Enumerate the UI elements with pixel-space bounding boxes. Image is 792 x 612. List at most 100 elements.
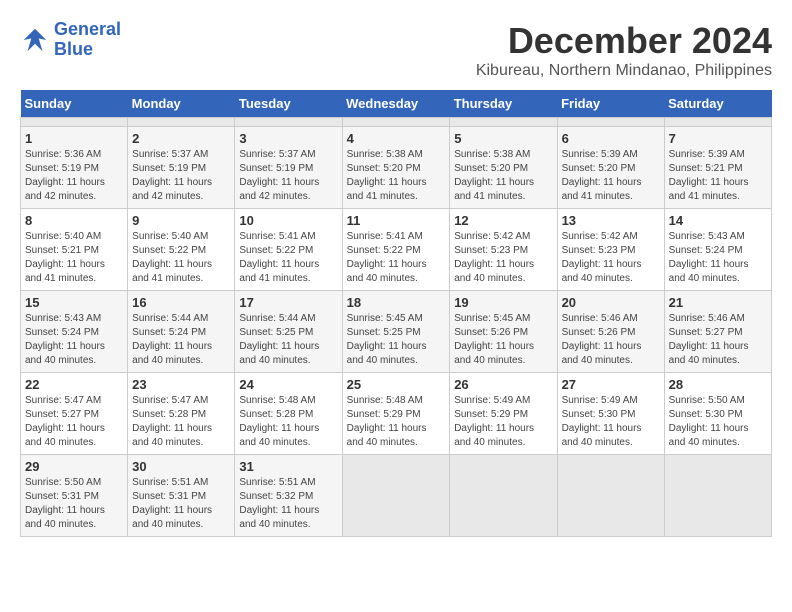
day-cell: 21Sunrise: 5:46 AMSunset: 5:27 PMDayligh… <box>664 291 771 373</box>
week-row-5: 22 Sunrise: 5:47 AMSunset: 5:27 PMDayligh… <box>21 373 772 455</box>
day-cell <box>21 118 128 127</box>
day-cell: 2Sunrise: 5:37 AMSunset: 5:19 PMDaylight… <box>128 127 235 209</box>
logo: GeneralBlue <box>20 20 121 60</box>
day-number: 23 <box>132 377 230 392</box>
day-info: Sunrise: 5:41 AMSunset: 5:22 PMDaylight:… <box>239 230 337 286</box>
day-cell <box>235 118 342 127</box>
day-cell: 25 Sunrise: 5:48 AMSunset: 5:29 PMDayligh… <box>342 373 450 455</box>
day-number: 15 <box>25 295 123 310</box>
calendar-subtitle: Kibureau, Northern Mindanao, Philippines <box>476 62 772 80</box>
day-number: 26 <box>454 377 552 392</box>
day-cell <box>664 118 771 127</box>
day-info: Sunrise: 5:51 AMSunset: 5:31 PMDaylight:… <box>132 476 230 532</box>
day-info: Sunrise: 5:47 AMSunset: 5:28 PMDaylight:… <box>132 394 230 450</box>
day-info: Sunrise: 5:49 AMSunset: 5:30 PMDaylight:… <box>562 394 660 450</box>
day-info: Sunrise: 5:38 AMSunset: 5:20 PMDaylight:… <box>347 148 446 204</box>
day-cell: 3Sunrise: 5:37 AMSunset: 5:19 PMDaylight… <box>235 127 342 209</box>
day-info: Sunrise: 5:49 AMSunset: 5:29 PMDaylight:… <box>454 394 552 450</box>
week-row-1 <box>21 118 772 127</box>
day-cell: 13 Sunrise: 5:42 AMSunset: 5:23 PMDayligh… <box>557 209 664 291</box>
day-info: Sunrise: 5:50 AMSunset: 5:30 PMDaylight:… <box>669 394 767 450</box>
day-cell <box>128 118 235 127</box>
day-number: 7 <box>669 131 767 146</box>
day-info: Sunrise: 5:39 AMSunset: 5:20 PMDaylight:… <box>562 148 660 204</box>
day-number: 1 <box>25 131 123 146</box>
day-cell: 12Sunrise: 5:42 AMSunset: 5:23 PMDayligh… <box>450 209 557 291</box>
day-cell: 28 Sunrise: 5:50 AMSunset: 5:30 PMDayligh… <box>664 373 771 455</box>
day-cell: 29 Sunrise: 5:50 AMSunset: 5:31 PMDayligh… <box>21 455 128 537</box>
day-cell: 11 Sunrise: 5:41 AMSunset: 5:22 PMDayligh… <box>342 209 450 291</box>
day-number: 31 <box>239 459 337 474</box>
day-cell <box>342 118 450 127</box>
day-info: Sunrise: 5:50 AMSunset: 5:31 PMDaylight:… <box>25 476 123 532</box>
day-info: Sunrise: 5:48 AMSunset: 5:28 PMDaylight:… <box>239 394 337 450</box>
day-cell <box>557 118 664 127</box>
day-info: Sunrise: 5:45 AMSunset: 5:25 PMDaylight:… <box>347 312 446 368</box>
day-cell: 22 Sunrise: 5:47 AMSunset: 5:27 PMDayligh… <box>21 373 128 455</box>
day-cell: 20Sunrise: 5:46 AMSunset: 5:26 PMDayligh… <box>557 291 664 373</box>
day-cell <box>557 455 664 537</box>
day-cell: 16Sunrise: 5:44 AMSunset: 5:24 PMDayligh… <box>128 291 235 373</box>
day-cell: 8Sunrise: 5:40 AMSunset: 5:21 PMDaylight… <box>21 209 128 291</box>
day-number: 20 <box>562 295 660 310</box>
day-info: Sunrise: 5:41 AMSunset: 5:22 PMDaylight:… <box>347 230 446 286</box>
day-number: 29 <box>25 459 123 474</box>
day-cell: 6 Sunrise: 5:39 AMSunset: 5:20 PMDaylight… <box>557 127 664 209</box>
day-cell <box>664 455 771 537</box>
day-header-saturday: Saturday <box>664 90 771 118</box>
day-header-wednesday: Wednesday <box>342 90 450 118</box>
day-number: 18 <box>347 295 446 310</box>
day-number: 22 <box>25 377 123 392</box>
day-cell: 10 Sunrise: 5:41 AMSunset: 5:22 PMDayligh… <box>235 209 342 291</box>
day-number: 2 <box>132 131 230 146</box>
week-row-6: 29 Sunrise: 5:50 AMSunset: 5:31 PMDayligh… <box>21 455 772 537</box>
day-header-monday: Monday <box>128 90 235 118</box>
day-header-thursday: Thursday <box>450 90 557 118</box>
day-cell: 18 Sunrise: 5:45 AMSunset: 5:25 PMDayligh… <box>342 291 450 373</box>
day-info: Sunrise: 5:46 AMSunset: 5:27 PMDaylight:… <box>669 312 767 368</box>
week-row-3: 8Sunrise: 5:40 AMSunset: 5:21 PMDaylight… <box>21 209 772 291</box>
day-info: Sunrise: 5:51 AMSunset: 5:32 PMDaylight:… <box>239 476 337 532</box>
day-number: 5 <box>454 131 552 146</box>
day-header-tuesday: Tuesday <box>235 90 342 118</box>
day-cell: 30Sunrise: 5:51 AMSunset: 5:31 PMDayligh… <box>128 455 235 537</box>
day-number: 11 <box>347 213 446 228</box>
day-info: Sunrise: 5:47 AMSunset: 5:27 PMDaylight:… <box>25 394 123 450</box>
day-cell: 24 Sunrise: 5:48 AMSunset: 5:28 PMDayligh… <box>235 373 342 455</box>
day-number: 25 <box>347 377 446 392</box>
day-cell: 5 Sunrise: 5:38 AMSunset: 5:20 PMDaylight… <box>450 127 557 209</box>
logo-icon <box>20 25 50 55</box>
day-cell <box>450 455 557 537</box>
day-info: Sunrise: 5:42 AMSunset: 5:23 PMDaylight:… <box>562 230 660 286</box>
day-number: 13 <box>562 213 660 228</box>
day-number: 19 <box>454 295 552 310</box>
day-number: 27 <box>562 377 660 392</box>
day-cell: 19Sunrise: 5:45 AMSunset: 5:26 PMDayligh… <box>450 291 557 373</box>
day-cell: 17Sunrise: 5:44 AMSunset: 5:25 PMDayligh… <box>235 291 342 373</box>
day-number: 24 <box>239 377 337 392</box>
day-cell: 7Sunrise: 5:39 AMSunset: 5:21 PMDaylight… <box>664 127 771 209</box>
day-cell <box>342 455 450 537</box>
day-info: Sunrise: 5:43 AMSunset: 5:24 PMDaylight:… <box>669 230 767 286</box>
header: GeneralBlue December 2024 Kibureau, Nort… <box>20 20 772 80</box>
day-header-sunday: Sunday <box>21 90 128 118</box>
day-number: 4 <box>347 131 446 146</box>
title-area: December 2024 Kibureau, Northern Mindana… <box>476 20 772 80</box>
header-row: SundayMondayTuesdayWednesdayThursdayFrid… <box>21 90 772 118</box>
day-cell: 4 Sunrise: 5:38 AMSunset: 5:20 PMDaylight… <box>342 127 450 209</box>
day-cell: 31 Sunrise: 5:51 AMSunset: 5:32 PMDayligh… <box>235 455 342 537</box>
day-number: 3 <box>239 131 337 146</box>
day-cell: 23 Sunrise: 5:47 AMSunset: 5:28 PMDayligh… <box>128 373 235 455</box>
day-number: 28 <box>669 377 767 392</box>
day-info: Sunrise: 5:40 AMSunset: 5:21 PMDaylight:… <box>25 230 123 286</box>
day-number: 6 <box>562 131 660 146</box>
logo-text: GeneralBlue <box>54 20 121 60</box>
day-info: Sunrise: 5:48 AMSunset: 5:29 PMDaylight:… <box>347 394 446 450</box>
day-info: Sunrise: 5:40 AMSunset: 5:22 PMDaylight:… <box>132 230 230 286</box>
day-info: Sunrise: 5:38 AMSunset: 5:20 PMDaylight:… <box>454 148 552 204</box>
day-number: 10 <box>239 213 337 228</box>
day-number: 16 <box>132 295 230 310</box>
week-row-2: 1Sunrise: 5:36 AMSunset: 5:19 PMDaylight… <box>21 127 772 209</box>
day-cell: 9Sunrise: 5:40 AMSunset: 5:22 PMDaylight… <box>128 209 235 291</box>
day-info: Sunrise: 5:43 AMSunset: 5:24 PMDaylight:… <box>25 312 123 368</box>
